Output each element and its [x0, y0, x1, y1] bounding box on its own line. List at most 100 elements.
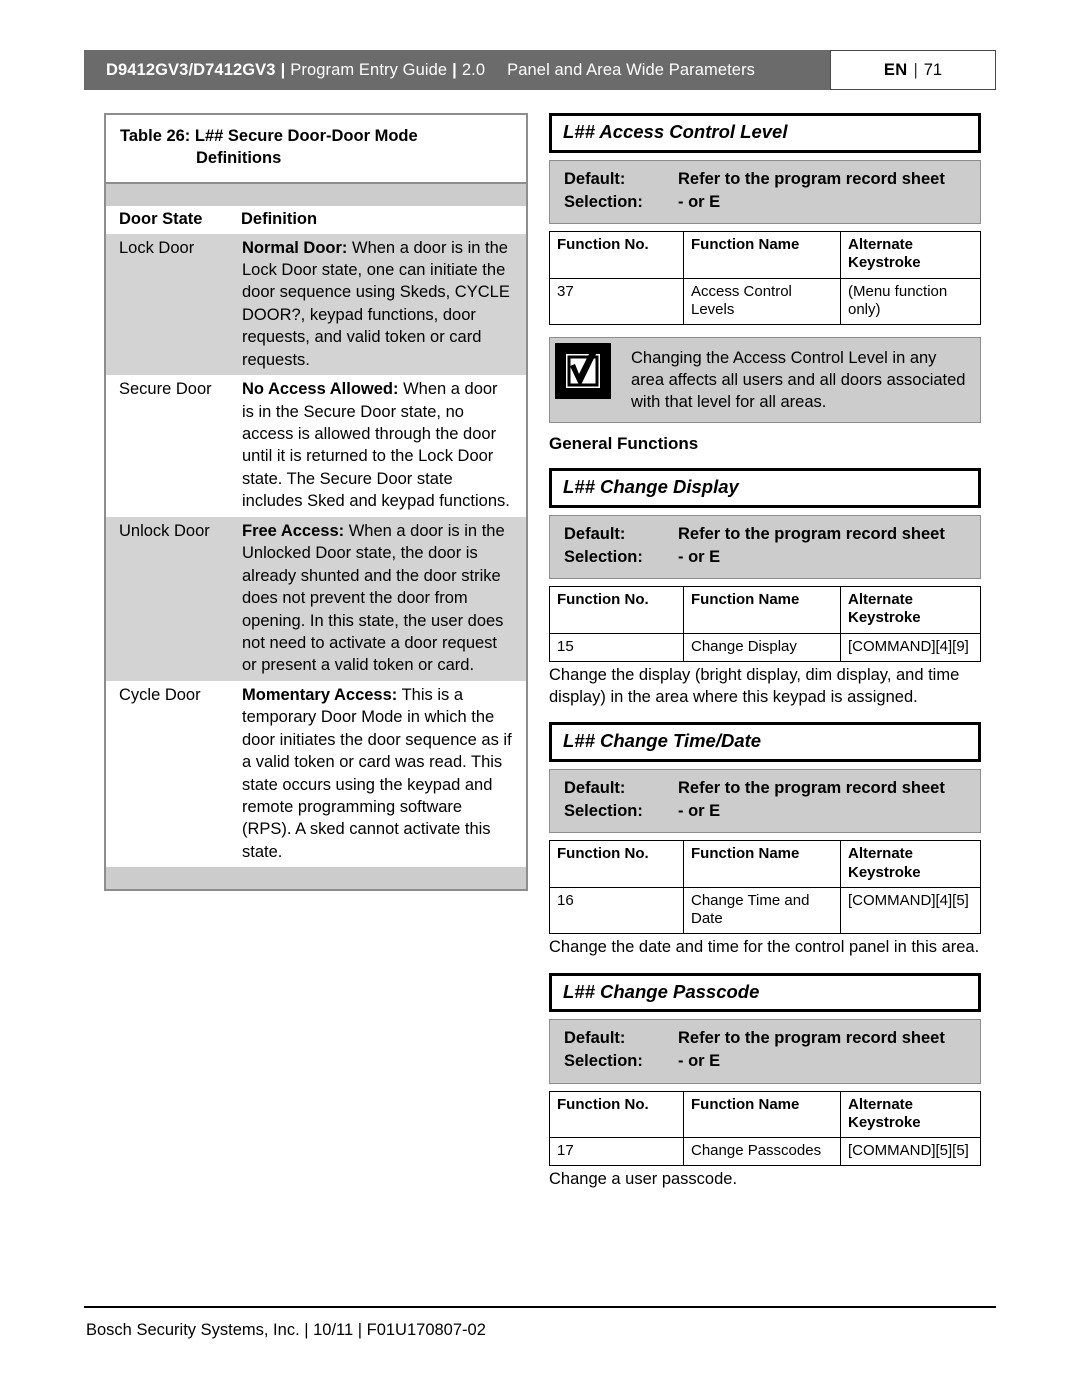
- page-header: D9412GV3/D7412GV3 | Program Entry Guide …: [84, 50, 996, 90]
- function-table-row: 15 Change Display [COMMAND][4][9]: [549, 632, 981, 663]
- notice-text: Changing the Access Control Level in any…: [631, 349, 966, 412]
- function-no-value: 17: [549, 1137, 684, 1167]
- alternate-keystroke-value: [COMMAND][5][5]: [840, 1137, 981, 1167]
- function-table: Function No. Function Name Alternate Key…: [549, 840, 981, 935]
- selection-row: Selection: - or E: [564, 191, 970, 214]
- page-footer: Bosch Security Systems, Inc. | 10/11 | F…: [84, 1306, 996, 1340]
- section-title: L## Change Time/Date: [549, 722, 981, 763]
- header-separator-2: |: [452, 60, 457, 79]
- column-header-definition: Definition: [241, 205, 527, 234]
- alternate-keystroke-value: [COMMAND][4][5]: [840, 886, 981, 935]
- footer-text: Bosch Security Systems, Inc. | 10/11 | F…: [86, 1321, 486, 1339]
- function-name-value: Change Passcodes: [683, 1137, 841, 1167]
- table-spacer-cell-top: [105, 182, 527, 206]
- cell-door-state: Lock Door: [105, 233, 241, 376]
- header-language-code: EN: [883, 60, 908, 79]
- definition-body: When a door is in the Secure Door state,…: [242, 380, 510, 511]
- default-value: Refer to the program record sheet: [678, 169, 945, 188]
- definition-lead: Normal Door:: [242, 238, 348, 257]
- column-header-door-state: Door State: [105, 205, 241, 234]
- definition-body: When a door is in the Unlocked Door stat…: [242, 521, 505, 675]
- default-row: Default: Refer to the program record she…: [564, 523, 970, 546]
- right-column: L## Access Control Level Default: Refer …: [549, 113, 981, 1205]
- default-label: Default:: [564, 169, 626, 188]
- table-caption-line-1: Table 26: L## Secure Door-Door Mode: [120, 127, 418, 145]
- default-value: Refer to the program record sheet: [678, 524, 945, 543]
- cell-definition: No Access Allowed: When a door is in the…: [241, 375, 527, 517]
- table-spacer-row-top: [105, 182, 527, 206]
- header-guide-label: Program Entry Guide: [290, 60, 448, 79]
- selection-label: Selection:: [564, 1052, 643, 1071]
- default-row: Default: Refer to the program record she…: [564, 1027, 970, 1050]
- default-label: Default:: [564, 1029, 626, 1048]
- selection-value: - or E: [678, 802, 721, 821]
- page-number: 71: [923, 60, 943, 79]
- function-name-header: Function Name: [683, 231, 841, 279]
- function-name-value: Access Control Levels: [683, 277, 841, 326]
- door-mode-definitions-table: Table 26: L## Secure Door-Door Mode Defi…: [104, 113, 528, 892]
- header-title-bar: D9412GV3/D7412GV3 | Program Entry Guide …: [84, 50, 830, 90]
- table-row: Lock Door Normal Door: When a door is in…: [105, 233, 527, 376]
- function-no-header: Function No.: [549, 231, 684, 279]
- function-table-header-row: Function No. Function Name Alternate Key…: [549, 231, 981, 279]
- selection-label: Selection:: [564, 548, 643, 567]
- header-language-divider: |: [913, 60, 918, 79]
- header-version: 2.0: [461, 60, 486, 79]
- selection-value: - or E: [678, 1052, 721, 1071]
- alternate-keystroke-header: Alternate Keystroke: [840, 231, 981, 279]
- section-access-control-level: L## Access Control Level Default: Refer …: [549, 113, 981, 454]
- selection-row: Selection: - or E: [564, 546, 970, 569]
- function-table-header-row: Function No. Function Name Alternate Key…: [549, 840, 981, 888]
- section-change-time-date: L## Change Time/Date Default: Refer to t…: [549, 722, 981, 958]
- selection-value: - or E: [678, 548, 721, 567]
- table-row: Secure Door No Access Allowed: When a do…: [105, 375, 527, 517]
- alternate-keystroke-header: Alternate Keystroke: [840, 1090, 981, 1139]
- alternate-keystroke-header: Alternate Keystroke: [840, 586, 981, 634]
- definition-lead: No Access Allowed:: [242, 380, 399, 399]
- definition-body: This is a temporary Door Mode in which t…: [242, 685, 512, 861]
- selection-label: Selection:: [564, 802, 643, 821]
- section-title: L## Change Passcode: [549, 972, 981, 1013]
- function-no-value: 16: [549, 886, 684, 935]
- section-description: Change the date and time for the control…: [549, 938, 980, 957]
- alternate-keystroke-header: Alternate Keystroke: [840, 840, 981, 888]
- section-defaults-box: Default: Refer to the program record she…: [549, 514, 981, 580]
- cell-definition: Momentary Access: This is a temporary Do…: [241, 680, 527, 868]
- function-table: Function No. Function Name Alternate Key…: [549, 1090, 981, 1167]
- header-model: D9412GV3/D7412GV3: [106, 60, 276, 79]
- cell-door-state: Unlock Door: [105, 516, 241, 681]
- definition-lead: Momentary Access:: [242, 685, 398, 704]
- table-header-row: Door State Definition: [105, 205, 527, 234]
- alternate-keystroke-value: (Menu function only): [840, 277, 981, 326]
- function-name-value: Change Display: [683, 632, 841, 663]
- cell-door-state: Secure Door: [105, 375, 241, 517]
- default-label: Default:: [564, 524, 626, 543]
- section-change-passcode: L## Change Passcode Default: Refer to th…: [549, 972, 981, 1191]
- general-functions-heading: General Functions: [549, 434, 699, 454]
- selection-row: Selection: - or E: [564, 1050, 970, 1073]
- function-table-header-row: Function No. Function Name Alternate Key…: [549, 1090, 981, 1139]
- function-no-header: Function No.: [549, 840, 684, 888]
- function-table: Function No. Function Name Alternate Key…: [549, 231, 981, 326]
- selection-label: Selection:: [564, 192, 643, 211]
- section-title: L## Access Control Level: [549, 113, 981, 153]
- cell-door-state: Cycle Door: [105, 680, 241, 868]
- default-row: Default: Refer to the program record she…: [564, 168, 970, 191]
- selection-row: Selection: - or E: [564, 800, 970, 823]
- section-title: L## Change Display: [549, 468, 981, 508]
- definition-lead: Free Access:: [242, 521, 345, 540]
- function-table-row: 16 Change Time and Date [COMMAND][4][5]: [549, 886, 981, 935]
- cell-definition: Normal Door: When a door is in the Lock …: [241, 233, 527, 376]
- notice-box: Changing the Access Control Level in any…: [549, 337, 981, 424]
- default-value: Refer to the program record sheet: [678, 779, 945, 798]
- default-row: Default: Refer to the program record she…: [564, 777, 970, 800]
- function-table-row: 17 Change Passcodes [COMMAND][5][5]: [549, 1137, 981, 1167]
- function-table: Function No. Function Name Alternate Key…: [549, 586, 981, 663]
- table-spacer-row-bottom: [105, 867, 527, 891]
- section-defaults-box: Default: Refer to the program record she…: [549, 769, 981, 834]
- selection-value: - or E: [678, 192, 721, 211]
- table-caption-line-2: Definitions: [196, 148, 282, 167]
- function-name-value: Change Time and Date: [683, 886, 841, 935]
- table-caption-row: Table 26: L## Secure Door-Door Mode Defi…: [105, 114, 527, 184]
- alternate-keystroke-value: [COMMAND][4][9]: [840, 632, 981, 663]
